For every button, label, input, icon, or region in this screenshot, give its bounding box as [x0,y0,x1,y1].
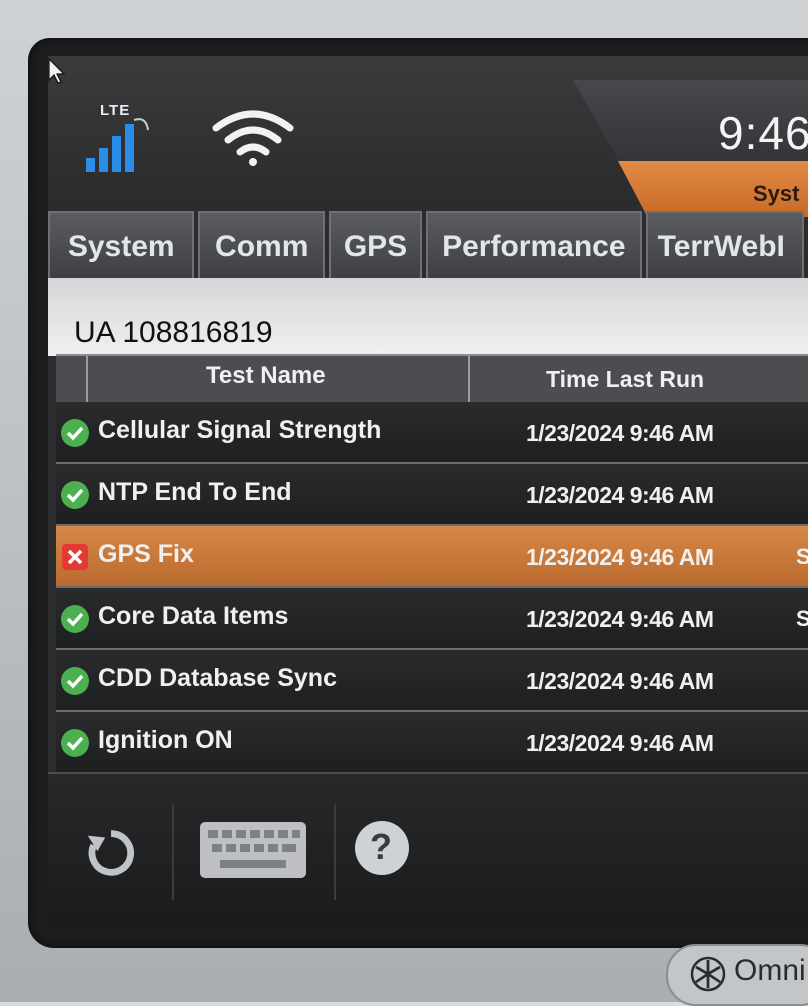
table-row[interactable]: NTP End To End 1/23/2024 9:46 AM [56,464,808,526]
table-header: Test Name Time Last Run [56,354,808,404]
cellular-signal-icon [86,118,149,172]
refresh-button[interactable] [48,804,174,900]
brand-label: Omni [734,954,806,987]
tab-gps[interactable]: GPS [329,211,423,281]
refresh-icon [87,830,134,876]
tab-bar: System Comm GPS Performance TerrWebI [48,211,808,281]
clock: 9:46 [718,107,808,159]
pass-check-icon [61,419,89,447]
table-row[interactable]: Core Data Items 1/23/2024 9:46 AM S [56,588,808,650]
column-divider [86,356,88,404]
pass-check-icon [61,729,89,757]
time-last-run: 1/23/2024 9:46 AM [526,544,714,570]
test-name: Core Data Items [98,602,289,630]
time-last-run: 1/23/2024 9:46 AM [526,668,714,694]
pass-check-icon [61,667,89,695]
table-row[interactable]: GPS Fix 1/23/2024 9:46 AM S [56,526,808,588]
pass-check-icon [61,605,89,633]
row-extra: S [796,544,808,569]
time-last-run: 1/23/2024 9:46 AM [526,606,714,632]
tab-terrweb[interactable]: TerrWebI [645,211,804,281]
table-row[interactable]: Cellular Signal Strength 1/23/2024 9:46 … [56,402,808,464]
keyboard-icon [200,822,306,878]
row-extra: S [796,606,808,631]
test-name: CDD Database Sync [98,664,337,692]
test-name: NTP End To End [98,478,292,506]
wifi-icon [212,110,294,166]
tab-comm[interactable]: Comm [198,211,326,281]
tab-performance[interactable]: Performance [426,211,642,281]
keyboard-button[interactable] [174,804,336,900]
table-row[interactable]: CDD Database Sync 1/23/2024 9:46 AM [56,650,808,712]
time-last-run: 1/23/2024 9:46 AM [526,482,714,508]
device-screen: LTE 9:46 Syst System Comm GPS Performanc… [48,56,808,926]
bottom-toolbar: ? [48,772,808,926]
time-last-run: 1/23/2024 9:46 AM [526,420,714,446]
help-glyph: ? [370,826,392,867]
column-header-time-last-run[interactable]: Time Last Run [546,366,704,393]
mouse-pointer-icon [48,58,66,84]
tab-system[interactable]: System [48,211,195,281]
column-header-test-name[interactable]: Test Name [206,362,326,390]
unit-id: UA 108816819 [74,316,273,349]
system-status-label: Syst [753,181,800,206]
test-name: Cellular Signal Strength [98,416,382,444]
test-results-table: Cellular Signal Strength 1/23/2024 9:46 … [56,402,808,774]
help-button[interactable]: ? [336,804,432,900]
omni-logo-icon [690,956,726,992]
test-name: Ignition ON [98,726,233,754]
test-name: GPS Fix [98,540,194,568]
fail-x-icon [62,544,88,570]
table-row[interactable]: Ignition ON 1/23/2024 9:46 AM [56,712,808,774]
column-divider [468,356,470,404]
pass-check-icon [61,481,89,509]
time-last-run: 1/23/2024 9:46 AM [526,730,714,756]
